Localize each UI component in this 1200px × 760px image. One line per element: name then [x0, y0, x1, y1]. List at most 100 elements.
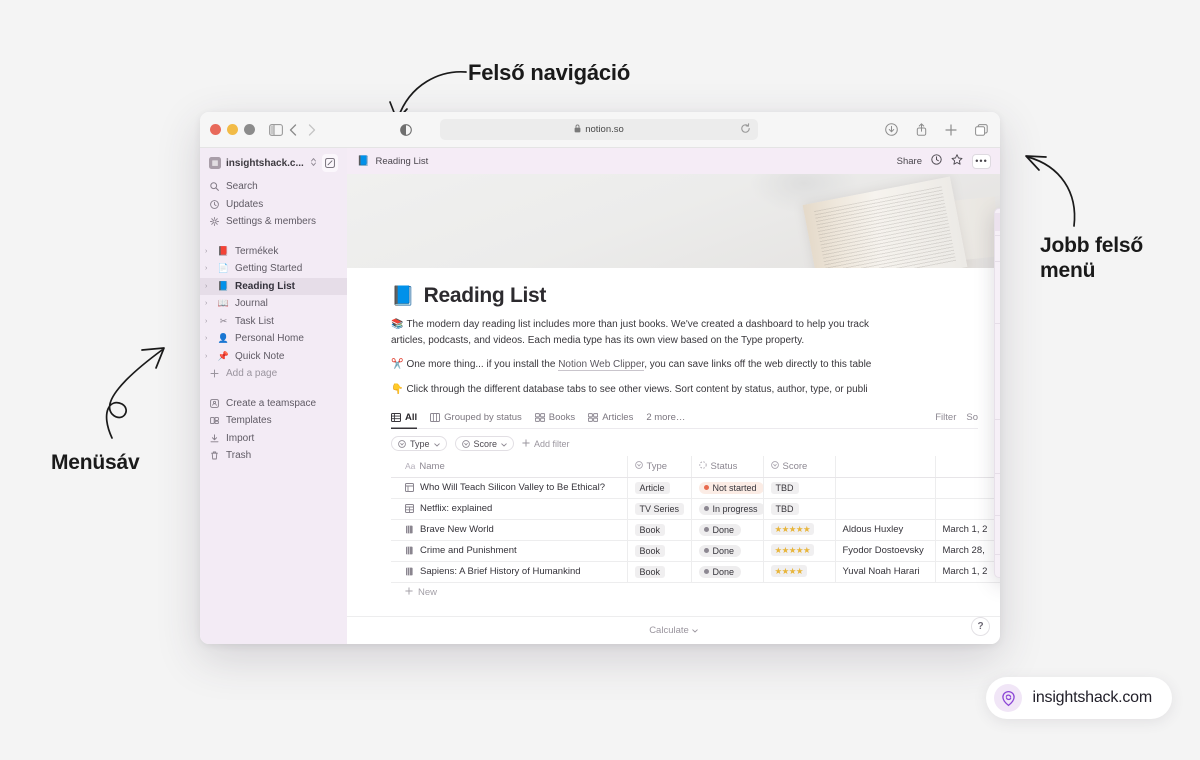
browser-toolbar-right[interactable]: [885, 123, 988, 136]
menu-item-undo[interactable]: Undo⌘+Z: [995, 328, 1000, 346]
cell-type[interactable]: TV Series: [627, 498, 692, 520]
menu-item-add-to-favorites[interactable]: Add to Favorites: [995, 266, 1000, 284]
cell-score[interactable]: TBD: [763, 498, 836, 520]
sidebar-item-getting-started[interactable]: › 📄 Getting Started: [200, 260, 347, 278]
share-button[interactable]: Share: [897, 156, 922, 167]
reload-icon[interactable]: [740, 123, 751, 137]
table-row[interactable]: Who Will Teach Silicon Valley to Be Ethi…: [391, 477, 1000, 499]
cell-name[interactable]: Netflix: explained: [391, 498, 628, 520]
tab-books[interactable]: Books: [534, 406, 575, 429]
column-header-name[interactable]: Aa Name: [391, 456, 628, 478]
forward-icon[interactable]: [308, 123, 316, 136]
page-history-icon[interactable]: [931, 152, 942, 170]
chevron-updown-icon[interactable]: [310, 157, 317, 170]
table-row[interactable]: Brave New World Book Done ★★★★★ Aldous Huxle…: [391, 519, 1000, 541]
close-window-button[interactable]: [210, 124, 221, 135]
cell-status[interactable]: Done: [691, 519, 764, 541]
cell-score[interactable]: TBD: [763, 477, 836, 499]
notion-web-clipper-link[interactable]: Notion Web Clipper: [558, 359, 645, 371]
chevron-right-icon[interactable]: ›: [205, 300, 212, 307]
maximize-window-button[interactable]: [244, 124, 255, 135]
sidebar-item-import[interactable]: Import: [200, 430, 347, 448]
cell-type[interactable]: Book: [627, 561, 692, 583]
star-icon[interactable]: [951, 152, 963, 170]
cell-status[interactable]: Not started: [691, 477, 764, 499]
sidebar-item-task-list[interactable]: › ✂ Task List: [200, 313, 347, 331]
sidebar-item-create-teamspace[interactable]: Create a teamspace: [200, 395, 347, 413]
cell-author[interactable]: Fyodor Dostoevsky: [835, 540, 936, 562]
cell-author[interactable]: [835, 498, 936, 520]
cell-status[interactable]: Done: [691, 540, 764, 562]
sidebar-item-updates[interactable]: Updates: [200, 196, 347, 214]
reader-view-icon[interactable]: [400, 123, 412, 136]
more-options-button[interactable]: •••: [972, 153, 991, 169]
downloads-icon[interactable]: [885, 123, 898, 136]
menu-item-duplicate[interactable]: Duplicate⌘+D: [995, 301, 1000, 319]
add-filter-button[interactable]: Add filter: [522, 439, 570, 449]
cell-author[interactable]: Aldous Huxley: [835, 519, 936, 541]
cell-author[interactable]: [835, 477, 936, 499]
tab-more[interactable]: 2 more…: [646, 406, 685, 429]
cell-published[interactable]: [935, 498, 1000, 520]
table-row[interactable]: Crime and Punishment Book Done ★★★★★ Fyodor …: [391, 540, 1000, 562]
minimize-window-button[interactable]: [227, 124, 238, 135]
sidebar-item-reading-list[interactable]: › 📘 Reading List: [200, 277, 347, 295]
column-header-status[interactable]: Status: [691, 456, 764, 478]
chevron-right-icon[interactable]: ›: [205, 335, 212, 342]
table-row[interactable]: Sapiens: A Brief History of Humankind Boo…: [391, 561, 1000, 583]
cell-published[interactable]: March 1, 2: [935, 519, 1000, 541]
workspace-switcher[interactable]: ▦ insightshack.c...: [200, 148, 347, 178]
nav-buttons[interactable]: [289, 123, 316, 136]
chevron-right-icon[interactable]: ›: [205, 318, 212, 325]
address-bar[interactable]: notion.so: [440, 119, 758, 140]
cell-score[interactable]: ★★★★: [763, 561, 836, 583]
sidebar-item-search[interactable]: Search: [200, 178, 347, 196]
sidebar-item-termekek[interactable]: › 📕 Termékek: [200, 243, 347, 261]
sidebar-item-templates[interactable]: Templates: [200, 412, 347, 430]
cell-status[interactable]: Done: [691, 561, 764, 583]
cell-name[interactable]: Crime and Punishment: [391, 540, 628, 562]
menu-item-merge-with-csv[interactable]: Merge with CSV: [995, 452, 1000, 470]
tab-all[interactable]: All: [391, 406, 417, 429]
cell-name[interactable]: Sapiens: A Brief History of Humankind: [391, 561, 628, 583]
menu-item-delete[interactable]: Delete: [995, 398, 1000, 416]
cell-status[interactable]: In progress: [691, 498, 764, 520]
sidebar-item-trash[interactable]: Trash: [200, 447, 347, 465]
cell-published[interactable]: March 28,: [935, 540, 1000, 562]
menu-item-page-history[interactable]: Page history: [995, 345, 1000, 363]
cell-author[interactable]: Yuval Noah Harari: [835, 561, 936, 583]
share-icon[interactable]: [916, 123, 927, 136]
page-title-emoji-icon[interactable]: 📘: [391, 284, 415, 308]
menu-item-page-analytics[interactable]: Page analytics›: [995, 363, 1000, 381]
window-traffic-lights[interactable]: [210, 124, 255, 135]
menu-item-show-deleted-pages[interactable]: Show deleted pages: [995, 380, 1000, 398]
chevron-right-icon[interactable]: ›: [205, 353, 212, 360]
cell-name[interactable]: Brave New World: [391, 519, 628, 541]
new-page-button[interactable]: [321, 154, 338, 172]
column-header-author[interactable]: [835, 456, 936, 478]
insightshack-badge[interactable]: insightshack.com: [986, 677, 1172, 719]
chevron-down-icon[interactable]: [692, 625, 698, 636]
column-header-score[interactable]: Score: [763, 456, 836, 478]
filter-button[interactable]: Filter: [935, 412, 956, 423]
sidebar-item-personal-home[interactable]: › 👤 Personal Home: [200, 330, 347, 348]
chevron-down-icon[interactable]: [501, 439, 507, 449]
sidebar-item-settings[interactable]: Settings & members: [200, 213, 347, 231]
calculate-bar[interactable]: Calculate: [347, 616, 1000, 644]
new-row-button[interactable]: New: [391, 583, 978, 598]
sidebar-item-journal[interactable]: › 📖 Journal: [200, 295, 347, 313]
menu-item-move-to[interactable]: Move to⌘+Shift+P: [995, 213, 1000, 231]
sidebar-item-quick-note[interactable]: › 📌 Quick Note: [200, 348, 347, 366]
cell-type[interactable]: Article: [627, 477, 692, 499]
cell-name[interactable]: Who Will Teach Silicon Valley to Be Ethi…: [391, 477, 628, 499]
column-header-type[interactable]: Type: [627, 456, 692, 478]
sidebar-toggle-icon[interactable]: [269, 123, 283, 136]
back-icon[interactable]: [289, 123, 297, 136]
tab-grouped-by-status[interactable]: Grouped by status: [430, 406, 522, 429]
menu-item-learn-about-databases[interactable]: Learn about databases: [995, 559, 1000, 577]
sidebar-add-page-button[interactable]: Add a page: [200, 365, 347, 383]
sort-button[interactable]: So: [966, 412, 978, 423]
chevron-right-icon[interactable]: ›: [205, 283, 212, 290]
table-row[interactable]: Netflix: explained TV Series In progress TB…: [391, 498, 1000, 520]
cell-type[interactable]: Book: [627, 519, 692, 541]
